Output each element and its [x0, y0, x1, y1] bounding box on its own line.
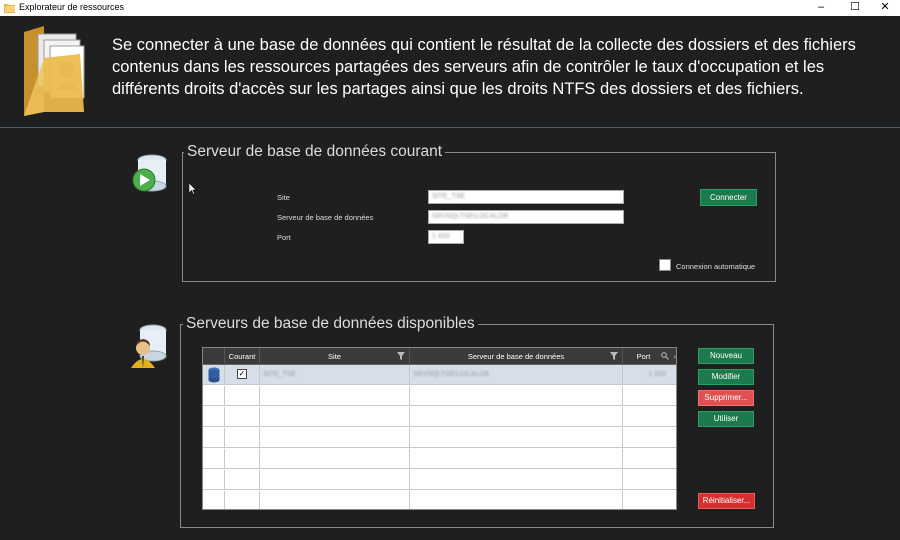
- empty-cell: [203, 386, 225, 406]
- auto-connect-checkbox[interactable]: [659, 259, 671, 271]
- empty-cell: [225, 407, 260, 427]
- db-server-field[interactable]: SRVSQLTSE\LOCALDB: [428, 210, 624, 224]
- empty-cell: [410, 386, 623, 406]
- grid-header-icon-col: [203, 348, 225, 365]
- empty-cell: [260, 386, 410, 406]
- col-header-port-label: Port: [636, 352, 651, 361]
- auto-connect-label: Connexion automatique: [676, 262, 756, 271]
- site-label: Site: [277, 193, 290, 202]
- database-connect-icon: [132, 154, 167, 192]
- title-bar: Explorateur de ressources – ☐ ✕: [0, 0, 900, 16]
- current-checkbox[interactable]: ✓: [237, 369, 247, 379]
- new-button[interactable]: Nouveau: [698, 348, 754, 364]
- port-field-value: 1 433: [432, 233, 450, 240]
- table-row: [203, 428, 676, 448]
- row-courant-cell[interactable]: ✓: [225, 365, 260, 385]
- empty-cell: [225, 386, 260, 406]
- empty-cell: [410, 491, 623, 509]
- col-header-server-label: Serveur de base de données: [467, 352, 565, 361]
- empty-cell: [260, 470, 410, 490]
- empty-cell: [225, 428, 260, 448]
- search-icon[interactable]: [661, 352, 669, 360]
- empty-cell: [225, 470, 260, 490]
- delete-button[interactable]: Supprimer...: [698, 390, 754, 406]
- empty-cell: [203, 470, 225, 490]
- port-label: Port: [277, 233, 291, 242]
- row-port-cell: 1 433: [623, 365, 676, 385]
- empty-cell: [410, 428, 623, 448]
- current-server-legend: Serveur de base de données courant: [184, 143, 446, 161]
- empty-cell: [410, 407, 623, 427]
- row-server-cell: SRVSQLTSE\LOCALDB: [410, 365, 623, 385]
- port-field[interactable]: 1 433: [428, 230, 464, 244]
- maximize-button[interactable]: ☐: [838, 0, 872, 16]
- database-icon: [208, 367, 220, 383]
- col-header-port[interactable]: Port ›: [623, 348, 676, 365]
- col-header-courant[interactable]: Courant: [225, 348, 260, 365]
- intro-text: Se connecter à une base de données qui c…: [112, 36, 856, 98]
- site-field-value: SITE_TSE: [432, 193, 466, 200]
- reset-button[interactable]: Réinitialiser...: [698, 493, 755, 509]
- row-site-cell: SITE_TSE: [260, 365, 410, 385]
- table-row: [203, 491, 676, 509]
- filter-icon[interactable]: [610, 352, 618, 360]
- row-db-cell: [203, 365, 225, 385]
- empty-cell: [203, 449, 225, 469]
- row-server-value: SRVSQLTSE\LOCALDB: [413, 371, 489, 378]
- col-header-site-label: Site: [328, 352, 341, 361]
- empty-cell: [260, 428, 410, 448]
- table-row[interactable]: ✓ SITE_TSE SRVSQLTSE\LOCALDB 1 433: [203, 365, 676, 385]
- empty-cell: [410, 470, 623, 490]
- scroll-right-icon[interactable]: ›: [673, 348, 676, 365]
- filter-icon[interactable]: [397, 352, 405, 360]
- col-header-server[interactable]: Serveur de base de données: [410, 348, 623, 365]
- empty-cell: [203, 407, 225, 427]
- empty-cell: [225, 449, 260, 469]
- edit-button[interactable]: Modifier: [698, 369, 754, 385]
- available-servers-legend: Serveurs de base de données disponibles: [183, 315, 478, 333]
- db-server-label: Serveur de base de données: [277, 213, 374, 222]
- empty-cell: [260, 491, 410, 509]
- folder-documents-icon: [24, 26, 85, 116]
- header-separator: [0, 127, 900, 128]
- close-button[interactable]: ✕: [868, 0, 900, 16]
- empty-cell: [410, 449, 623, 469]
- row-port-value: 1 433: [648, 371, 666, 378]
- table-row: [203, 386, 676, 406]
- empty-cell: [203, 428, 225, 448]
- row-site-value: SITE_TSE: [263, 371, 297, 378]
- db-server-field-value: SRVSQLTSE\LOCALDB: [432, 213, 508, 220]
- folder-icon: [4, 4, 15, 13]
- table-row: [203, 470, 676, 490]
- servers-grid[interactable]: Courant Site Serveur de base de données …: [202, 347, 677, 510]
- window-title: Explorateur de ressources: [19, 2, 125, 12]
- table-row: [203, 449, 676, 469]
- connect-button[interactable]: Connecter: [700, 189, 757, 206]
- empty-cell: [260, 449, 410, 469]
- minimize-button[interactable]: –: [804, 0, 838, 16]
- empty-cell: [260, 407, 410, 427]
- col-header-site[interactable]: Site: [260, 348, 410, 365]
- empty-cell: [225, 491, 260, 509]
- database-user-icon: [131, 324, 167, 368]
- site-field[interactable]: SITE_TSE: [428, 190, 624, 204]
- use-button[interactable]: Utiliser: [698, 411, 754, 427]
- grid-header: Courant Site Serveur de base de données …: [203, 348, 676, 365]
- empty-cell: [203, 491, 225, 509]
- mouse-cursor-icon: [189, 183, 197, 195]
- table-row: [203, 407, 676, 427]
